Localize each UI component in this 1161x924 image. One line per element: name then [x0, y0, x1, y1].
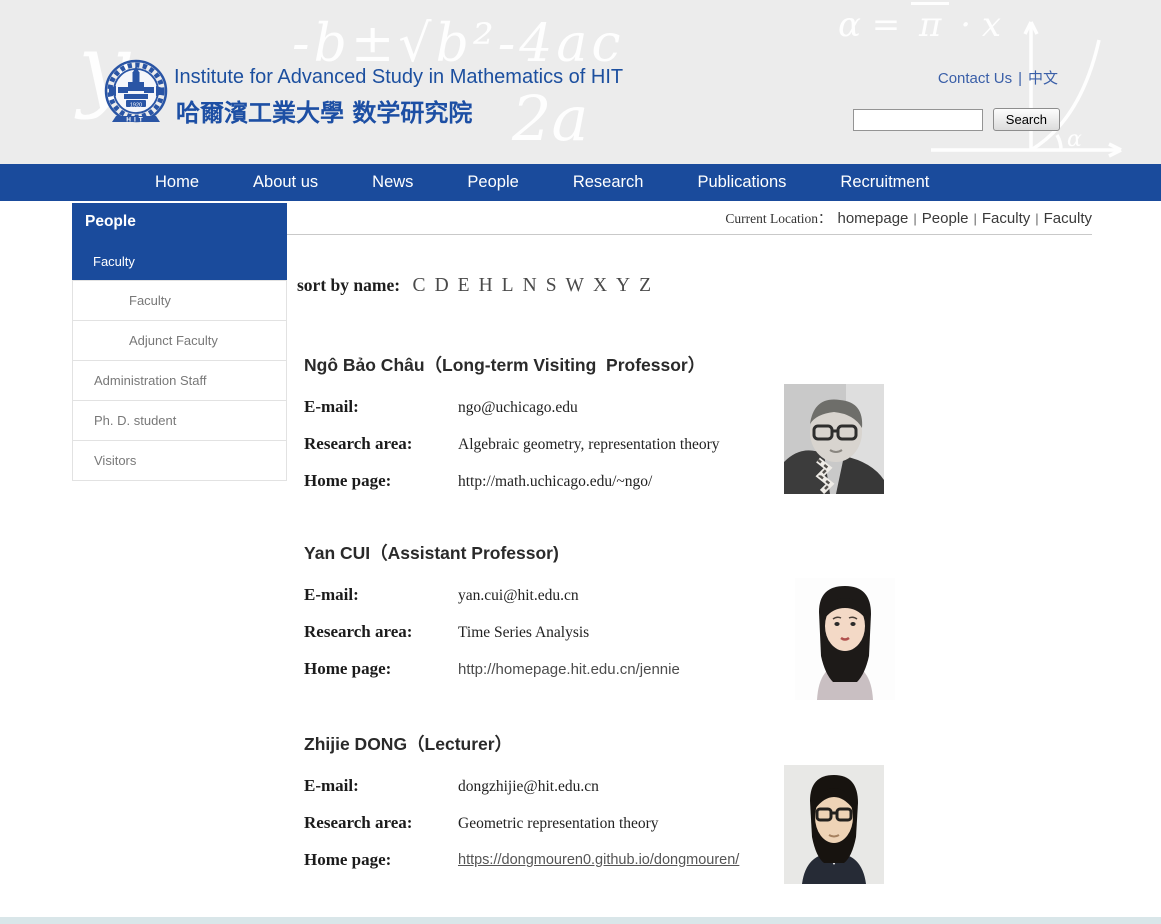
email-row: E-mail: ngo@uchicago.edu	[304, 397, 784, 417]
email-value: yan.cui@hit.edu.cn	[458, 585, 579, 605]
email-value: dongzhijie@hit.edu.cn	[458, 776, 599, 796]
breadcrumb-separator: |	[969, 211, 982, 226]
svg-text:HIT: HIT	[126, 117, 145, 124]
breadcrumb-homepage[interactable]: homepage	[837, 210, 908, 227]
sort-letter-n[interactable]: N	[523, 275, 537, 296]
main-nav: Home About us News People Research Publi…	[0, 164, 1161, 201]
research-area-value: Geometric representation theory	[458, 813, 659, 833]
email-label: E-mail:	[304, 397, 458, 417]
faculty-entry-ngo-bao-chau: Ngô Bảo Châu（Long-term Visiting Professo…	[304, 352, 784, 508]
math-doodle-alpha: α	[1067, 127, 1082, 152]
page-header: y -b±√b²-4ac 2a α = π · x α	[0, 0, 1161, 164]
sort-letter-c[interactable]: C	[413, 275, 426, 296]
research-area-row: Research area: Time Series Analysis	[304, 622, 784, 642]
nav-item-recruitment[interactable]: Recruitment	[813, 164, 956, 201]
faculty-photo-yan-cui	[795, 578, 895, 700]
search-bar: Search	[853, 108, 1060, 131]
math-doodle-quadratic-denominator: 2a	[512, 82, 588, 155]
email-row: E-mail: dongzhijie@hit.edu.cn	[304, 776, 784, 796]
sort-by-name-bar: sort by name: CDEHLNSWXYZ	[297, 275, 656, 297]
sort-letter-l[interactable]: L	[502, 275, 514, 296]
research-area-label: Research area:	[304, 813, 458, 833]
sidebar-item-faculty[interactable]: Faculty	[72, 280, 287, 321]
sidebar-item-adjunct-faculty[interactable]: Adjunct Faculty	[72, 320, 287, 361]
breadcrumb-people[interactable]: People	[922, 210, 969, 227]
sort-letter-x[interactable]: X	[593, 275, 607, 296]
hit-logo[interactable]: 1920 HIT	[99, 58, 173, 134]
home-page-label: Home page:	[304, 659, 458, 679]
search-input[interactable]	[853, 109, 983, 131]
email-row: E-mail: yan.cui@hit.edu.cn	[304, 585, 784, 605]
email-label: E-mail:	[304, 776, 458, 796]
faculty-entry-yan-cui: Yan CUI（Assistant Professor) E-mail: yan…	[304, 540, 784, 696]
home-page-row: Home page: https://dongmouren0.github.io…	[304, 850, 784, 870]
math-doodle-quadratic-numerator: -b±√b²-4ac	[292, 14, 624, 74]
sidebar-title-people[interactable]: People	[72, 203, 287, 242]
sort-letter-e[interactable]: E	[458, 275, 470, 296]
sidebar-item-faculty-active[interactable]: Faculty	[72, 242, 287, 281]
home-page-row: Home page: http://homepage.hit.edu.cn/je…	[304, 659, 784, 679]
svg-text:1920: 1920	[130, 103, 142, 109]
research-area-label: Research area:	[304, 434, 458, 454]
faculty-name: Zhijie DONG（Lecturer）	[304, 731, 784, 756]
sort-letter-s[interactable]: S	[546, 275, 557, 296]
sort-letter-y[interactable]: Y	[616, 275, 630, 296]
sidebar-item-visitors[interactable]: Visitors	[72, 440, 287, 481]
faculty-name: Yan CUI（Assistant Professor)	[304, 540, 784, 565]
research-area-row: Research area: Geometric representation …	[304, 813, 784, 833]
sidebar-people-menu: People Faculty Faculty Adjunct Faculty A…	[72, 203, 287, 481]
breadcrumb-separator: |	[908, 211, 921, 226]
header-links: Contact Us|中文	[938, 67, 1058, 88]
sort-label: sort by name:	[297, 275, 400, 295]
email-label: E-mail:	[304, 585, 458, 605]
site-title-en: Institute for Advanced Study in Mathemat…	[174, 66, 623, 89]
nav-item-people[interactable]: People	[440, 164, 545, 201]
site-title-cn: 哈爾濱工業大學 数学研究院	[176, 93, 472, 128]
sort-letter-z[interactable]: Z	[639, 275, 651, 296]
search-button[interactable]: Search	[993, 108, 1060, 131]
home-page-row: Home page: http://math.uchicago.edu/~ngo…	[304, 471, 784, 491]
breadcrumb-faculty[interactable]: Faculty	[982, 210, 1030, 227]
contact-us-link[interactable]: Contact Us	[938, 70, 1012, 87]
nav-item-publications[interactable]: Publications	[670, 164, 813, 201]
breadcrumb-faculty-current[interactable]: Faculty	[1044, 210, 1092, 227]
nav-item-news[interactable]: News	[345, 164, 440, 201]
breadcrumb-separator: |	[1030, 211, 1043, 226]
sidebar-item-administration-staff[interactable]: Administration Staff	[72, 360, 287, 401]
email-value: ngo@uchicago.edu	[458, 397, 578, 417]
language-switch-link[interactable]: 中文	[1028, 70, 1058, 87]
research-area-label: Research area:	[304, 622, 458, 642]
home-page-label: Home page:	[304, 850, 458, 870]
home-page-label: Home page:	[304, 471, 458, 491]
home-page-link[interactable]: https://dongmouren0.github.io/dongmouren…	[458, 850, 739, 870]
sort-letter-d[interactable]: D	[435, 275, 449, 296]
content-divider	[287, 234, 1092, 235]
research-area-value: Algebraic geometry, representation theor…	[458, 434, 720, 454]
research-area-value: Time Series Analysis	[458, 622, 589, 642]
faculty-entry-zhijie-dong: Zhijie DONG（Lecturer） E-mail: dongzhijie…	[304, 731, 784, 887]
nav-item-about-us[interactable]: About us	[226, 164, 345, 201]
breadcrumb-label: Current Location：	[725, 211, 831, 226]
nav-item-home[interactable]: Home	[128, 164, 226, 201]
sidebar-item-phd-student[interactable]: Ph. D. student	[72, 400, 287, 441]
faculty-photo-ngo-bao-chau	[784, 384, 884, 494]
footer-strip	[0, 917, 1161, 924]
sort-letter-h[interactable]: H	[479, 275, 493, 296]
header-link-separator: |	[1012, 70, 1028, 87]
home-page-link[interactable]: http://homepage.hit.edu.cn/jennie	[458, 659, 680, 679]
faculty-photo-zhijie-dong	[784, 765, 884, 884]
home-page-link[interactable]: http://math.uchicago.edu/~ngo/	[458, 471, 652, 491]
breadcrumb: Current Location：homepage|People|Faculty…	[295, 207, 1092, 228]
nav-item-research[interactable]: Research	[546, 164, 671, 201]
research-area-row: Research area: Algebraic geometry, repre…	[304, 434, 784, 454]
faculty-name: Ngô Bảo Châu（Long-term Visiting Professo…	[304, 352, 784, 377]
sort-letter-w[interactable]: W	[566, 275, 584, 296]
